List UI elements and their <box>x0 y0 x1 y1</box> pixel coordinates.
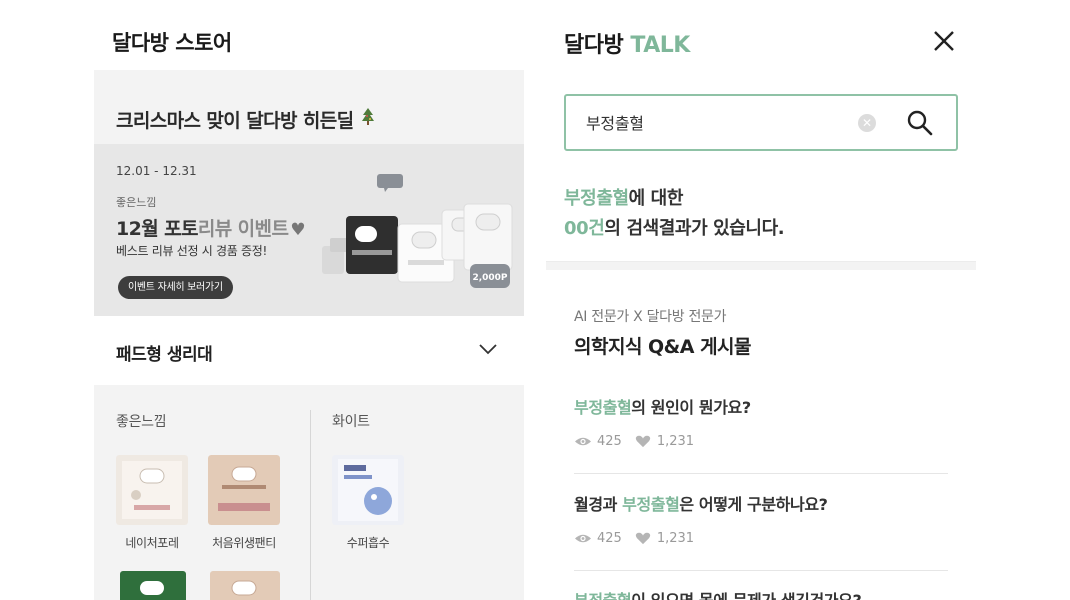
product-image[interactable] <box>210 571 280 600</box>
view-count: 425 <box>597 531 622 546</box>
eye-icon <box>575 437 591 446</box>
heart-icon: ♥ <box>290 220 305 240</box>
talk-title: 달다방 TALK <box>564 27 690 59</box>
category-label: 패드형 생리대 <box>116 345 213 365</box>
product-item[interactable]: 네이처포레 <box>112 455 192 551</box>
qa-divider <box>574 473 948 474</box>
search-result-summary: 부정출혈에 대한 00건의 검색결과가 있습니다. <box>564 184 785 244</box>
question-keyword: 부정출혈 <box>574 398 632 417</box>
heart-icon <box>635 435 651 448</box>
chevron-down-icon[interactable] <box>478 342 498 356</box>
qa-question: 부정출혈의 원인이 뭔가요? <box>574 394 948 418</box>
store-panel: 달다방 스토어 크리스마스 맞이 달다방 히든딜 12.01 - 12.31 좋… <box>94 0 524 600</box>
result-line1: 에 대한 <box>628 188 684 209</box>
question-suffix: 의 원인이 뭔가요? <box>631 398 751 417</box>
qa-item[interactable]: 부정출혈의 원인이 뭔가요? 425 1,231 <box>574 394 948 449</box>
event-banner[interactable]: 12.01 - 12.31 좋은느낌 12월 포토리뷰 이벤트 ♥ 베스트 리뷰 … <box>94 144 524 316</box>
product-image <box>116 455 188 525</box>
qa-item[interactable]: 부정출혈이 있으면 몸에 문제가 생긴건가요? <box>574 587 948 600</box>
category-accordion[interactable]: 패드형 생리대 <box>94 316 524 384</box>
qa-title: 의학지식 Q&A 게시물 <box>574 336 752 358</box>
qa-item[interactable]: 월경과 부정출혈은 어떻게 구분하나요? 425 1,231 <box>574 491 948 546</box>
question-suffix: 이 있으면 몸에 문제가 생긴건가요? <box>631 591 861 600</box>
store-title: 달다방 스토어 <box>112 31 232 55</box>
event-date: 12.01 - 12.31 <box>116 164 197 178</box>
brand-divider <box>310 410 311 600</box>
headline-light: 리뷰 이벤트 <box>197 218 289 240</box>
section-separator <box>546 261 976 270</box>
talk-title-main: 달다방 <box>564 33 624 58</box>
brand-label-1: 좋은느낌 <box>116 414 167 430</box>
result-keyword: 부정출혈 <box>564 188 629 209</box>
question-suffix: 은 어떻게 구분하나요? <box>679 495 828 514</box>
qa-question: 부정출혈이 있으면 몸에 문제가 생긴건가요? <box>574 587 948 600</box>
event-headline: 12월 포토리뷰 이벤트 ♥ <box>116 214 306 241</box>
qa-question: 월경과 부정출혈은 어떻게 구분하나요? <box>574 491 948 515</box>
promo-title[interactable]: 크리스마스 맞이 달다방 히든딜 <box>116 106 376 133</box>
headline-bold: 12월 포토 <box>116 218 199 240</box>
qa-meta: 425 1,231 <box>574 434 948 449</box>
event-subtext: 베스트 리뷰 선정 시 경품 증정! <box>116 244 267 258</box>
product-image <box>208 455 280 525</box>
talk-title-accent: TALK <box>630 33 690 58</box>
heart-icon <box>635 532 651 545</box>
search-box: ✕ <box>564 94 958 151</box>
view-count: 425 <box>597 434 622 449</box>
event-products-image: 2,000P <box>322 174 513 288</box>
search-icon[interactable] <box>906 109 934 137</box>
question-keyword: 부정출혈 <box>622 495 680 514</box>
tree-icon <box>360 107 376 132</box>
product-item[interactable]: 수퍼흡수 <box>328 455 408 551</box>
product-name: 네이처포레 <box>125 536 179 550</box>
point-badge: 2,000P <box>472 273 507 283</box>
result-line2: 의 검색결과가 있습니다. <box>604 218 785 239</box>
product-image <box>332 455 404 525</box>
product-name: 수퍼흡수 <box>346 536 390 550</box>
event-brand: 좋은느낌 <box>116 196 157 209</box>
qa-subtitle: AI 전문가 X 달다방 전문가 <box>574 309 727 325</box>
promo-title-text: 크리스마스 맞이 달다방 히든딜 <box>116 110 354 132</box>
product-item[interactable]: 처음위생팬티 <box>204 455 284 551</box>
product-name: 처음위생팬티 <box>212 536 276 550</box>
product-image[interactable] <box>120 571 186 600</box>
qa-divider <box>574 570 948 571</box>
talk-panel: 달다방 TALK ✕ 부정출혈에 대한 00건의 검색결과가 있습니다. AI … <box>546 0 976 600</box>
like-count: 1,231 <box>656 434 695 449</box>
eye-icon <box>575 534 591 543</box>
result-count: 00건 <box>564 218 605 239</box>
clear-icon[interactable]: ✕ <box>858 114 876 132</box>
brand-label-2: 화이트 <box>332 414 370 430</box>
like-count: 1,231 <box>656 531 695 546</box>
close-icon[interactable] <box>932 28 956 54</box>
question-prefix: 월경과 <box>574 495 623 514</box>
promo-section: 크리스마스 맞이 달다방 히든딜 12.01 - 12.31 좋은느낌 12월 … <box>94 70 524 316</box>
event-detail-button[interactable]: 이벤트 자세히 보러가기 <box>118 276 233 299</box>
qa-meta: 425 1,231 <box>574 531 948 546</box>
search-input[interactable] <box>586 109 836 135</box>
question-keyword: 부정출혈 <box>574 591 632 600</box>
product-grid: 좋은느낌 화이트 네이처포레 처음위생팬티 수퍼흡수 <box>94 385 524 600</box>
